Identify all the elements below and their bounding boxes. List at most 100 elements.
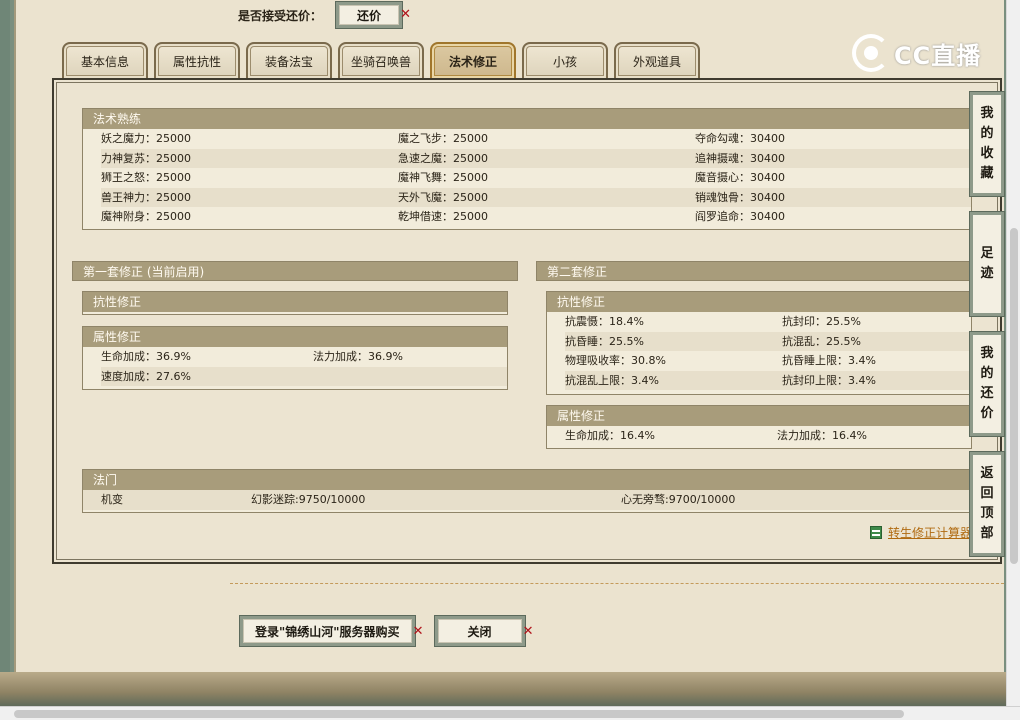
bargain-button-label: 还价 [357, 8, 382, 23]
resist-cell: 抗昏睡上限：3.4% [782, 354, 876, 367]
calculator-icon [870, 526, 882, 539]
login-buy-button[interactable]: 登录"锦绣山河"服务器购买 ✕ [239, 615, 424, 647]
resist-cell: 抗混乱：25.5% [782, 334, 861, 348]
accept-bargain-row: 是否接受还价： 还价 ✕ [238, 1, 411, 29]
fa-men-title: 法门 [83, 470, 971, 490]
close-x-icon: ✕ [522, 624, 534, 639]
horizontal-scrollbar[interactable] [0, 706, 1020, 720]
spell-mastery-section: 法术熟练 妖之魔力：25000 魔之飞步：25000 夺命勾魂：30400 力神… [82, 108, 972, 230]
spell-cell: 魔之飞步：25000 [398, 132, 488, 145]
fa-men-cell: 心无旁骛:9700/10000 [621, 493, 736, 506]
vertical-scrollbar[interactable] [1006, 0, 1020, 706]
set2-attr-title: 属性修正 [547, 406, 971, 426]
table-row: 抗混乱上限：3.4% 抗封印上限：3.4% [565, 370, 971, 390]
resist-cell: 抗震慑：18.4% [565, 315, 644, 328]
attr-cell: 生命加成：16.4% [565, 429, 655, 442]
fa-men-cell: 机变 [101, 493, 123, 506]
resist-cell: 抗封印：25.5% [782, 315, 861, 328]
set2-resist-grid: 抗震慑：18.4% 抗封印：25.5% 抗昏睡：25.5% 抗混乱：25.5% … [547, 312, 971, 390]
tab-equipment[interactable]: 装备法宝 [246, 42, 332, 78]
set1-attr-section: 属性修正 生命加成：36.9% 法力加成：36.9% 速度加成：27.6% [82, 326, 508, 390]
attr-cell: 法力加成：36.9% [313, 350, 403, 363]
bargain-button[interactable]: 还价 ✕ [335, 1, 411, 29]
back-to-top-button[interactable]: 返 回 顶 部 [969, 451, 1005, 557]
table-row: 力神复苏：25000 急速之魔：25000 追神摄魂：30400 [101, 148, 971, 168]
spell-cell: 夺命勾魂：30400 [695, 132, 785, 145]
side-btn-char: 藏 [980, 166, 994, 181]
spell-cell: 妖之魔力：25000 [101, 132, 191, 145]
resist-cell: 抗封印上限：3.4% [782, 373, 876, 387]
spell-cell: 魔神附身：25000 [101, 210, 191, 223]
table-row: 物理吸收率：30.8% 抗昏睡上限：3.4% [565, 351, 971, 371]
attr-cell [313, 367, 503, 387]
my-bargains-button[interactable]: 我 的 还 价 [969, 331, 1005, 437]
spell-cell: 追神摄魂：30400 [695, 151, 785, 165]
spell-cell: 狮王之怒：25000 [101, 171, 191, 184]
horizontal-scrollbar-thumb[interactable] [14, 710, 904, 718]
spell-cell: 兽王神力：25000 [101, 190, 191, 204]
my-favorites-button[interactable]: 我 的 收 藏 [969, 91, 1005, 197]
side-btn-char: 的 [980, 366, 994, 381]
set1-resist-title: 抗性修正 [83, 292, 507, 312]
side-btn-char: 我 [980, 106, 994, 121]
table-row: 魔神附身：25000 乾坤借速：25000 阎罗追命：30400 [101, 207, 971, 227]
side-btn-char: 我 [980, 346, 994, 361]
vertical-scrollbar-thumb[interactable] [1010, 228, 1018, 564]
table-row: 生命加成：16.4% 法力加成：16.4% [565, 426, 971, 446]
set2-attr-grid: 生命加成：16.4% 法力加成：16.4% [547, 426, 971, 446]
side-btn-char: 回 [980, 486, 994, 501]
bottom-actions: 登录"锦绣山河"服务器购买 ✕ 关闭 ✕ [239, 615, 534, 647]
set1-attr-grid: 生命加成：36.9% 法力加成：36.9% 速度加成：27.6% [83, 347, 507, 386]
tab-appearance-items[interactable]: 外观道具 [614, 42, 700, 78]
footprints-button[interactable]: 足 迹 [969, 211, 1005, 317]
tab-basic-info[interactable]: 基本信息 [62, 42, 148, 78]
spell-cell: 急速之魔：25000 [398, 151, 488, 165]
tab-bar: 基本信息 属性抗性 装备法宝 坐骑召唤兽 法术修正 小孩 外观道具 [62, 42, 700, 78]
close-button[interactable]: 关闭 ✕ [433, 615, 534, 647]
set2-attr-section: 属性修正 生命加成：16.4% 法力加成：16.4% [546, 405, 972, 449]
tab-mount-summon[interactable]: 坐骑召唤兽 [338, 42, 424, 78]
side-btn-char: 还 [980, 386, 994, 401]
tab-spell-correction[interactable]: 法术修正 [430, 42, 516, 78]
spell-cell: 阎罗追命：30400 [695, 210, 785, 223]
side-btn-char: 价 [980, 406, 994, 421]
table-row: 速度加成：27.6% [101, 366, 507, 387]
side-btn-char: 返 [980, 466, 994, 481]
table-row: 妖之魔力：25000 魔之飞步：25000 夺命勾魂：30400 [101, 129, 971, 149]
tab-attribute-resistance[interactable]: 属性抗性 [154, 42, 240, 78]
spell-cell: 销魂蚀骨：30400 [695, 190, 785, 204]
calc-link-label: 转生修正计算器 [888, 526, 973, 540]
set2-resist-section: 抗性修正 抗震慑：18.4% 抗封印：25.5% 抗昏睡：25.5% 抗混乱：2… [546, 291, 972, 395]
cc-live-logo: CC直播 [852, 34, 981, 72]
side-btn-char: 足 [980, 246, 994, 261]
side-btn-char: 迹 [980, 266, 994, 281]
side-btn-char: 部 [980, 526, 994, 541]
close-x-icon: ✕ [400, 7, 412, 22]
table-row: 抗昏睡：25.5% 抗混乱：25.5% [565, 331, 971, 351]
set1-title: 第一套修正 (当前启用) [72, 261, 518, 281]
tab-child[interactable]: 小孩 [522, 42, 608, 78]
fa-men-cell: 幻影迷踪:9750/10000 [251, 493, 366, 506]
spell-cell: 天外飞魔：25000 [398, 190, 488, 204]
cc-logo-text: CC直播 [894, 41, 982, 70]
attr-cell: 法力加成：16.4% [777, 429, 867, 442]
set2-title: 第二套修正 [536, 261, 972, 281]
side-btn-char: 收 [980, 146, 994, 161]
attr-cell: 生命加成：36.9% [101, 350, 191, 363]
spell-mastery-title: 法术熟练 [83, 109, 971, 129]
resist-cell: 抗混乱上限：3.4% [565, 373, 659, 387]
divider [230, 583, 1004, 584]
table-row: 狮王之怒：25000 魔神飞舞：25000 魔音摄心：30400 [101, 168, 971, 188]
resist-cell: 物理吸收率：30.8% [565, 354, 666, 367]
table-row: 生命加成：36.9% 法力加成：36.9% [101, 347, 507, 367]
rebirth-correction-calculator-link[interactable]: 转生修正计算器 [870, 524, 972, 541]
close-x-icon: ✕ [412, 624, 424, 639]
set2-resist-title: 抗性修正 [547, 292, 971, 312]
fa-men-section: 法门 机变 幻影迷踪:9750/10000 心无旁骛:9700/10000 [82, 469, 972, 513]
side-btn-char: 的 [980, 126, 994, 141]
side-btn-char: 顶 [980, 506, 994, 521]
accept-bargain-label: 是否接受还价： [238, 8, 323, 23]
spell-cell: 魔神飞舞：25000 [398, 171, 488, 184]
resist-cell: 抗昏睡：25.5% [565, 334, 644, 348]
spell-cell: 力神复苏：25000 [101, 151, 191, 165]
